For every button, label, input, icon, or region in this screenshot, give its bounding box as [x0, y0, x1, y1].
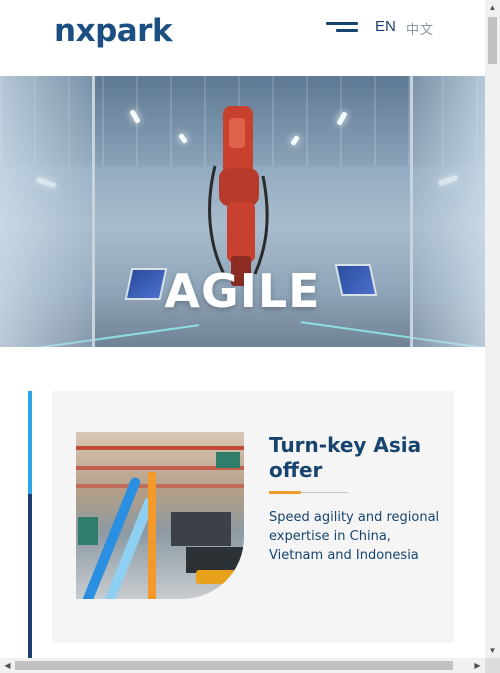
title-divider-accent — [269, 491, 301, 494]
scrollbar-corner — [485, 658, 500, 673]
ceiling-beam — [76, 484, 244, 488]
floor-stripe-orange — [148, 472, 156, 599]
yellow-cart — [196, 570, 236, 584]
vertical-scrollbar[interactable]: ▲ ▼ — [485, 0, 500, 658]
menu-line — [326, 22, 358, 25]
arrow-up-icon[interactable]: ▲ — [485, 0, 500, 15]
language-chinese-link[interactable]: 中文 — [406, 19, 434, 38]
ceiling-beam — [76, 446, 244, 450]
vertical-scroll-thumb[interactable] — [488, 17, 497, 64]
horizontal-scroll-thumb[interactable] — [15, 661, 453, 670]
hero-title: AGILE — [164, 264, 321, 318]
horizontal-scrollbar[interactable]: ◀ ▶ — [0, 658, 485, 673]
hamburger-menu-icon[interactable] — [326, 20, 360, 34]
accent-bar-dark — [28, 494, 32, 659]
arrow-right-icon[interactable]: ▶ — [470, 658, 485, 673]
machine-green — [78, 517, 98, 545]
site-header: nxpark EN 中文 — [0, 0, 485, 76]
menu-line — [336, 29, 358, 32]
hero-banner: AGILE — [0, 76, 485, 347]
vehicle-chassis — [171, 512, 231, 546]
language-en-link[interactable]: EN — [375, 18, 396, 35]
nxpark-logo[interactable]: nxpark — [54, 13, 173, 49]
card-title: Turn-key Asia offer — [269, 433, 422, 482]
overhead-sign — [216, 452, 240, 468]
accent-bar-light — [28, 391, 32, 494]
card-description: Speed agility and regional expertise in … — [269, 510, 440, 563]
arrow-down-icon[interactable]: ▼ — [485, 643, 500, 658]
arrow-left-icon[interactable]: ◀ — [0, 658, 15, 673]
assembly-line-image — [76, 432, 244, 599]
